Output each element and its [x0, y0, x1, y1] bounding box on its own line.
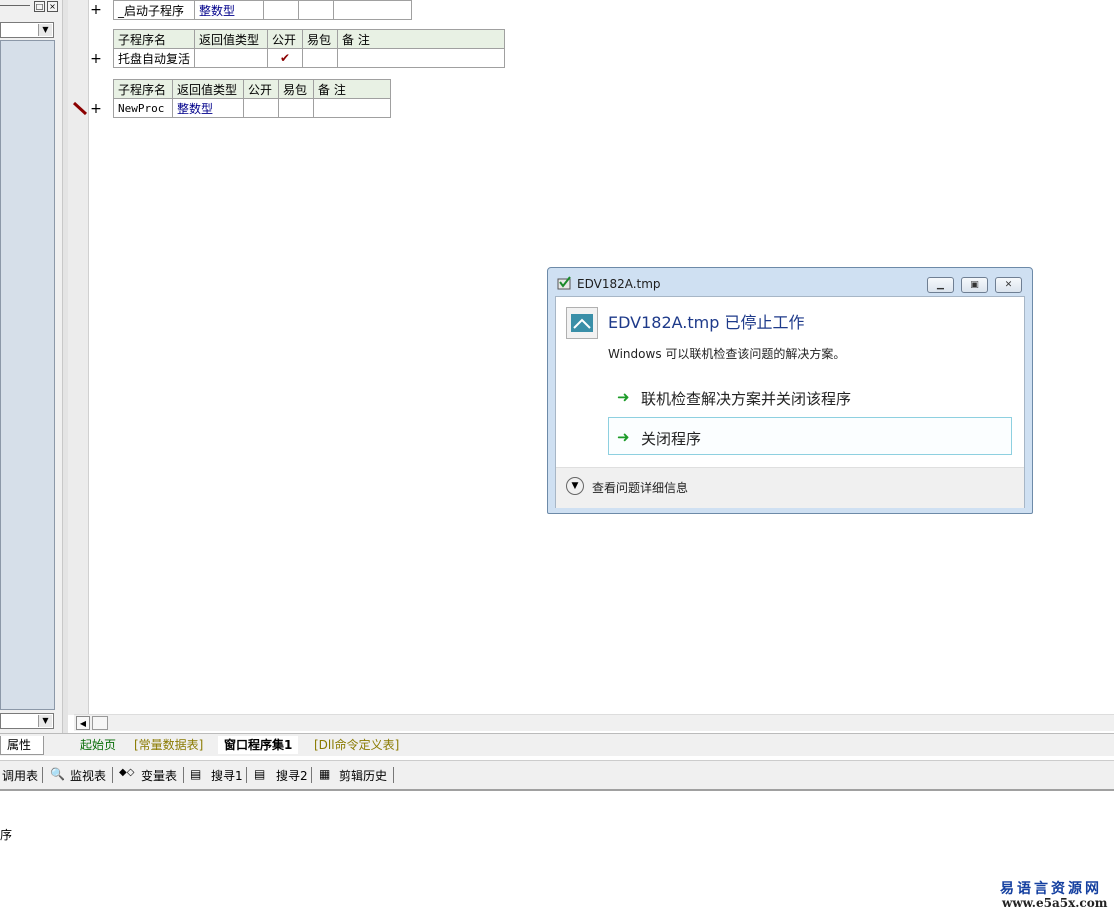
tab-constant-table[interactable]: [常量数据表] — [128, 736, 209, 754]
dialog-heading: EDV182A.tmp 已停止工作 — [608, 313, 805, 332]
header-note: 备 注 — [313, 79, 391, 99]
header-easy-package: 易包 — [302, 29, 339, 49]
chevron-down-icon[interactable]: ▼ — [566, 477, 584, 495]
expand-plus-icon[interactable]: + — [90, 51, 102, 67]
call-table-button[interactable]: 调用表 — [2, 767, 38, 784]
search-icon: 🔍 — [50, 767, 65, 781]
find-icon: ▤ — [190, 767, 202, 781]
watermark-logo-text: 易语言资源网 — [1000, 881, 1102, 897]
view-details-link[interactable]: 查看问题详细信息 — [592, 479, 688, 496]
left-list-view[interactable] — [0, 40, 55, 710]
header-return-type: 返回值类型 — [172, 79, 244, 99]
program-icon — [566, 307, 598, 339]
tab-properties[interactable]: 属性 — [0, 736, 44, 755]
tray-sub-table: 子程序名 返回值类型 公开 易包 备 注 托盘自动复活 ✔ — [112, 29, 506, 68]
note-cell[interactable] — [337, 48, 506, 68]
easy-package-cell[interactable] — [302, 48, 339, 68]
error-dialog: EDV182A.tmp ▁ ▣ ✕ EDV182A.tmp 已停止工作 Wind… — [547, 267, 1033, 514]
app-icon — [557, 276, 573, 290]
watermark-url: www.e5a5x.com — [1002, 896, 1108, 910]
dialog-footer: ▼ 查看问题详细信息 — [556, 467, 1024, 508]
scroll-thumb[interactable] — [92, 716, 108, 730]
expand-plus-icon[interactable]: + — [90, 2, 102, 18]
sub-name-cell[interactable]: _启动子程序 — [113, 0, 195, 20]
document-tab-strip: 属性 起始页 [常量数据表] 窗口程序集1 [Dll命令定义表] — [0, 733, 1114, 756]
tab-dll-command-table[interactable]: [Dll命令定义表] — [308, 736, 405, 754]
easy-package-cell[interactable] — [278, 98, 314, 118]
dialog-body: EDV182A.tmp 已停止工作 Windows 可以联机检查该问题的解决方案… — [555, 296, 1025, 508]
sub-name-cell[interactable]: NewProc — [113, 98, 173, 118]
header-note: 备 注 — [337, 29, 506, 49]
search2-button[interactable]: 搜寻2 — [276, 767, 308, 784]
public-cell[interactable] — [243, 98, 279, 118]
toolbar-separator — [112, 767, 113, 783]
header-sub-name: 子程序名 — [112, 29, 196, 49]
return-type-cell[interactable]: 整数型 — [172, 98, 244, 118]
search1-button[interactable]: 搜寻1 — [211, 767, 243, 784]
toolbar-separator — [183, 767, 184, 783]
toolbar-separator — [311, 767, 312, 783]
public-check-icon[interactable]: ✔ — [267, 48, 304, 68]
header-easy-package: 易包 — [278, 79, 314, 99]
header-return-type: 返回值类型 — [194, 29, 269, 49]
easy-package-cell[interactable] — [298, 0, 334, 20]
output-text: 序 — [0, 828, 13, 842]
startup-sub-table: _启动子程序 整数型 — [113, 0, 412, 20]
chevron-down-icon: ▼ — [38, 715, 52, 727]
chevron-down-icon: ▼ — [38, 24, 52, 36]
newproc-sub-table: 子程序名 返回值类型 公开 易包 备 注 NewProc 整数型 — [113, 79, 391, 118]
edit-pencil-icon — [72, 101, 88, 120]
dialog-title: EDV182A.tmp — [577, 277, 661, 291]
scroll-left-icon[interactable]: ◀ — [76, 716, 90, 730]
check-online-and-close-button[interactable]: ➜ 联机检查解决方案并关闭该程序 — [608, 377, 1012, 415]
left-bottom-combo-box[interactable]: ▼ — [0, 713, 54, 729]
option-label: 关闭程序 — [641, 430, 702, 448]
close-program-button[interactable]: ➜ 关闭程序 — [608, 417, 1012, 455]
variable-table-button[interactable]: 变量表 — [141, 767, 177, 784]
dialog-titlebar[interactable]: EDV182A.tmp ▁ ▣ ✕ — [548, 268, 1032, 296]
public-cell[interactable] — [263, 0, 299, 20]
variable-icon: ◆◇ — [119, 767, 135, 778]
horizontal-scrollbar[interactable]: ◀ — [74, 714, 1114, 731]
note-cell[interactable] — [313, 98, 391, 118]
return-type-cell[interactable] — [194, 48, 269, 68]
left-combo-box[interactable]: ▼ — [0, 22, 54, 38]
header-public: 公开 — [243, 79, 279, 99]
left-panel-divider — [0, 5, 30, 6]
find-icon: ▤ — [254, 767, 266, 781]
option-label: 联机检查解决方案并关闭该程序 — [641, 390, 852, 408]
debug-toolbar: 调用表 🔍 监视表 ◆◇ 变量表 ▤ 搜寻1 ▤ 搜寻2 ▦ 剪辑历史 — [0, 760, 1114, 791]
sub-name-cell[interactable]: 托盘自动复活 — [112, 48, 196, 68]
restore-pane-button[interactable]: □ — [34, 1, 45, 12]
return-type-cell[interactable]: 整数型 — [194, 0, 264, 20]
clipboard-icon: ▦ — [319, 767, 331, 781]
toolbar-separator — [42, 767, 43, 783]
arrow-right-icon: ➜ — [617, 388, 630, 406]
toolbar-separator — [393, 767, 394, 783]
close-pane-button[interactable]: × — [47, 1, 58, 12]
expand-plus-icon[interactable]: + — [90, 101, 102, 117]
toolbar-separator — [246, 767, 247, 783]
watch-table-button[interactable]: 监视表 — [70, 767, 106, 784]
clip-history-button[interactable]: 剪辑历史 — [339, 767, 387, 784]
minimize-button[interactable]: ▁ — [927, 277, 954, 293]
tab-start-page[interactable]: 起始页 — [74, 736, 122, 754]
note-cell[interactable] — [333, 0, 412, 20]
tab-window-assembly[interactable]: 窗口程序集1 — [218, 736, 299, 754]
maximize-button[interactable]: ▣ — [961, 277, 988, 293]
dialog-subtitle: Windows 可以联机检查该问题的解决方案。 — [608, 347, 846, 361]
header-sub-name: 子程序名 — [113, 79, 173, 99]
arrow-right-icon: ➜ — [617, 428, 630, 446]
close-button[interactable]: ✕ — [995, 277, 1022, 293]
header-public: 公开 — [267, 29, 304, 49]
